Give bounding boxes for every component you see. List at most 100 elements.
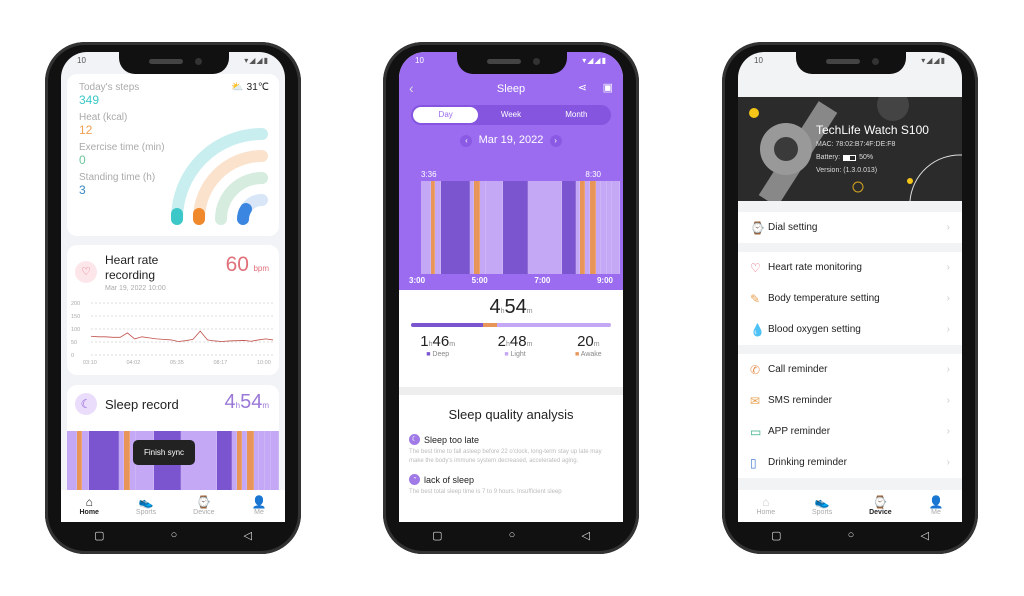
heart-rate-unit: bpm <box>253 264 269 273</box>
tab-bar: ⌂ Home 👟 Sports ⌚ Device 👤 Me <box>738 490 962 522</box>
sleep-segment-light <box>485 181 503 274</box>
tab-me[interactable]: 👤 Me <box>929 496 944 517</box>
tab-device[interactable]: ⌚ Device <box>869 496 892 517</box>
sleep-segment-deep <box>561 181 576 274</box>
heart-rate-card[interactable]: ♡ Heart rate recording Mar 19, 2022 10:0… <box>67 245 279 375</box>
chevron-right-icon: › <box>946 457 950 468</box>
chevron-right-icon: › <box>946 324 950 335</box>
settings-row-app-reminder[interactable]: ▭ APP reminder › <box>738 416 962 447</box>
analysis-item-0-text: The best time to fall asleep before 22 o… <box>409 449 602 464</box>
home-button-icon[interactable]: ○ <box>171 529 178 541</box>
tab-home[interactable]: ⌂ Home <box>756 496 776 517</box>
battery-percent: 50% <box>859 154 874 161</box>
sleep-summary: 4h54m 1h46m ■ Deep 2h48m ■ Light 20m ■ Awak… <box>399 290 623 387</box>
light-portion <box>496 323 611 327</box>
settings-group: ⌚ Dial setting › <box>738 212 962 243</box>
weather: ⛅ 31℃ <box>231 82 269 93</box>
chevron-right-icon: › <box>946 293 950 304</box>
light-hours: 2 <box>497 333 506 350</box>
status-icons: ▾◢◢▮ <box>921 56 946 65</box>
tab-label: Device <box>193 509 215 516</box>
home-button-icon[interactable]: ○ <box>848 529 855 541</box>
deep-portion <box>411 323 484 327</box>
period-week[interactable]: Week <box>478 107 543 123</box>
recents-icon[interactable]: ▢ <box>432 529 442 542</box>
heart-rate-date: Mar 19, 2022 10:00 <box>105 285 166 292</box>
x-tick: 5:00 <box>471 276 488 285</box>
home-icon: ⌂ <box>85 495 93 509</box>
phone-sleep: 10 ▾◢◢▮ ‹ Sleep ⋖ ▣ Day Week Month ‹ Mar… <box>383 42 639 554</box>
device-screen: 10 ▾◢◢▮ TechLife Watch S100 MAC: 78:02:B… <box>738 52 962 522</box>
phone-home: 10 ▾◢◢▮ Today's steps 349 Heat (kcal) 12… <box>45 42 301 554</box>
clock-icon: ◔ <box>409 474 420 485</box>
activity-rings <box>171 128 268 225</box>
tab-home[interactable]: ⌂ Home <box>79 495 98 517</box>
awake-portion <box>483 323 497 327</box>
sleep-segment-light <box>527 181 562 274</box>
settings-row-label: SMS reminder <box>768 395 832 406</box>
settings-row-label: Heart rate monitoring <box>768 262 862 273</box>
sleep-breakdown: 1h46m ■ Deep 2h48m ■ Light 20m ■ Awake <box>399 333 623 358</box>
tab-label: Sports <box>135 509 157 516</box>
recents-icon[interactable]: ▢ <box>771 529 781 542</box>
settings-row-label: Body temperature setting <box>768 293 880 304</box>
chevron-right-icon: › <box>946 364 950 375</box>
moon-icon: ☾ <box>75 393 97 415</box>
tab-label: Home <box>756 509 776 516</box>
tab-sports[interactable]: 👟 Sports <box>135 496 157 517</box>
moon-icon: ☾ <box>409 434 420 445</box>
minutes-unit: m <box>262 401 269 410</box>
banner-graphic <box>749 97 962 201</box>
temperature: 31℃ <box>246 82 269 93</box>
calendar-icon[interactable]: ▣ <box>603 81 613 94</box>
settings-row-body-temperature-setting[interactable]: ✎ Body temperature setting › <box>738 283 962 314</box>
deep-sleep-stat: 1h46m ■ Deep <box>420 333 456 358</box>
date-label: Mar 19, 2022 <box>478 134 544 146</box>
settings-group: ♡ Heart rate monitoring › ✎ Body temperature… <box>738 252 962 345</box>
envelope-icon: ✉ <box>750 393 761 408</box>
x-tick: 7:00 <box>534 276 551 285</box>
x-tick: 3:00 <box>409 276 426 285</box>
period-month[interactable]: Month <box>544 107 609 123</box>
tab-device[interactable]: ⌚ Device <box>193 495 215 517</box>
heart-rate-icon: ♡ <box>750 260 761 275</box>
analysis-item-1-text: The best total sleep time is 7 to 9 hour… <box>409 489 562 495</box>
battery-fill <box>844 155 850 160</box>
settings-row-drinking-reminder[interactable]: ▯ Drinking reminder › <box>738 447 962 478</box>
sleep-proportion-bar <box>411 323 611 327</box>
x-tick: 03:10 <box>83 360 97 366</box>
y-tick: 50 <box>71 340 77 346</box>
period-day[interactable]: Day <box>413 107 479 123</box>
settings-row-heart-rate-monitoring[interactable]: ♡ Heart rate monitoring › <box>738 252 962 283</box>
time-axis: 3:00 5:00 7:00 9:00 <box>409 276 613 285</box>
status-icons: ▾◢◢▮ <box>582 56 607 65</box>
settings-row-blood-oxygen-setting[interactable]: 💧 Blood oxygen setting › <box>738 314 962 345</box>
back-icon[interactable]: ◁ <box>581 529 589 542</box>
status-time: 10 <box>77 56 86 65</box>
next-date-icon[interactable]: › <box>549 135 562 147</box>
partly-cloudy-icon: ⛅ <box>231 82 244 93</box>
settings-row-sms-reminder[interactable]: ✉ SMS reminder › <box>738 385 962 416</box>
back-icon[interactable]: ◁ <box>243 529 251 542</box>
home-button-icon[interactable]: ○ <box>509 529 516 541</box>
tab-me[interactable]: 👤 Me <box>252 496 267 517</box>
phone-icon: ✆ <box>750 362 761 377</box>
recents-icon[interactable]: ▢ <box>94 529 104 542</box>
settings-row-call-reminder[interactable]: ✆ Call reminder › <box>738 354 962 385</box>
home-screen: 10 ▾◢◢▮ Today's steps 349 Heat (kcal) 12… <box>61 52 285 522</box>
sleep-record-card[interactable]: ☾ Sleep record 4h54m Finish sync <box>67 385 279 505</box>
back-icon[interactable]: ◁ <box>920 529 928 542</box>
tablet-icon: ▭ <box>750 424 762 439</box>
share-icon[interactable]: ⋖ <box>578 81 587 94</box>
y-tick: 100 <box>71 327 80 333</box>
watch-icon: ⌚ <box>196 495 212 509</box>
analysis-item-1-title: lack of sleep <box>424 474 475 485</box>
analysis-item-title: ◔ lack of sleep <box>409 474 613 485</box>
tab-sports[interactable]: 👟 Sports <box>812 496 832 517</box>
device-mac: MAC: 78:02:B7:4F:DE:F8 <box>816 141 896 148</box>
activity-card[interactable]: Today's steps 349 Heat (kcal) 12 Exercis… <box>67 74 279 236</box>
prev-date-icon[interactable]: ‹ <box>460 135 473 147</box>
settings-row-dial-setting[interactable]: ⌚ Dial setting › <box>738 212 962 243</box>
system-nav-bar: ▢ ○ ◁ <box>61 524 285 546</box>
device-name: TechLife Watch S100 <box>816 123 929 137</box>
